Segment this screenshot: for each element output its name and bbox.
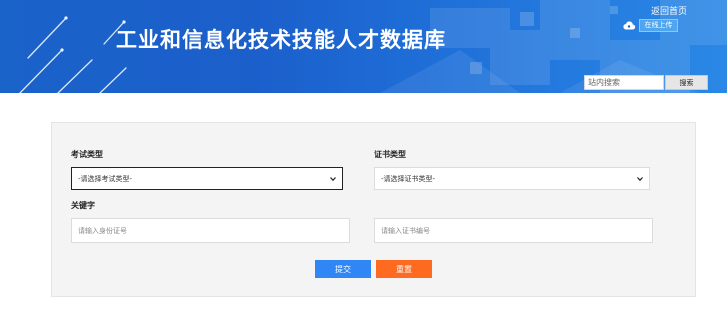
online-upload[interactable]: 在线上传 — [622, 18, 678, 32]
id-number-input[interactable] — [71, 218, 350, 243]
cert-type-label: 证书类型 — [374, 150, 406, 159]
keyword-label: 关键字 — [71, 201, 95, 210]
query-form-panel: 考试类型 -请选择考试类型- 证书类型 -请选择证书类型- 关键字 提交 重置 — [51, 122, 696, 297]
cert-number-input[interactable] — [374, 218, 653, 243]
chevron-down-icon — [637, 177, 643, 182]
exam-type-select[interactable]: -请选择考试类型- — [71, 167, 343, 190]
submit-button[interactable]: 提交 — [315, 260, 371, 278]
cert-type-selected-value: -请选择证书类型- — [381, 174, 436, 183]
home-link[interactable]: 返回首页 — [651, 4, 687, 17]
online-upload-button[interactable]: 在线上传 — [639, 18, 678, 32]
header-banner: 工业和信息化技术技能人才数据库 返回首页 在线上传 搜索 — [0, 0, 727, 93]
search-button[interactable]: 搜索 — [665, 75, 708, 90]
chevron-down-icon — [330, 177, 336, 182]
site-title: 工业和信息化技术技能人才数据库 — [116, 28, 446, 52]
cert-type-select[interactable]: -请选择证书类型- — [374, 167, 650, 190]
cloud-icon — [622, 18, 636, 32]
site-search-input[interactable] — [584, 75, 664, 90]
exam-type-selected-value: -请选择考试类型- — [78, 174, 133, 183]
reset-button[interactable]: 重置 — [376, 260, 432, 278]
exam-type-label: 考试类型 — [71, 150, 103, 159]
